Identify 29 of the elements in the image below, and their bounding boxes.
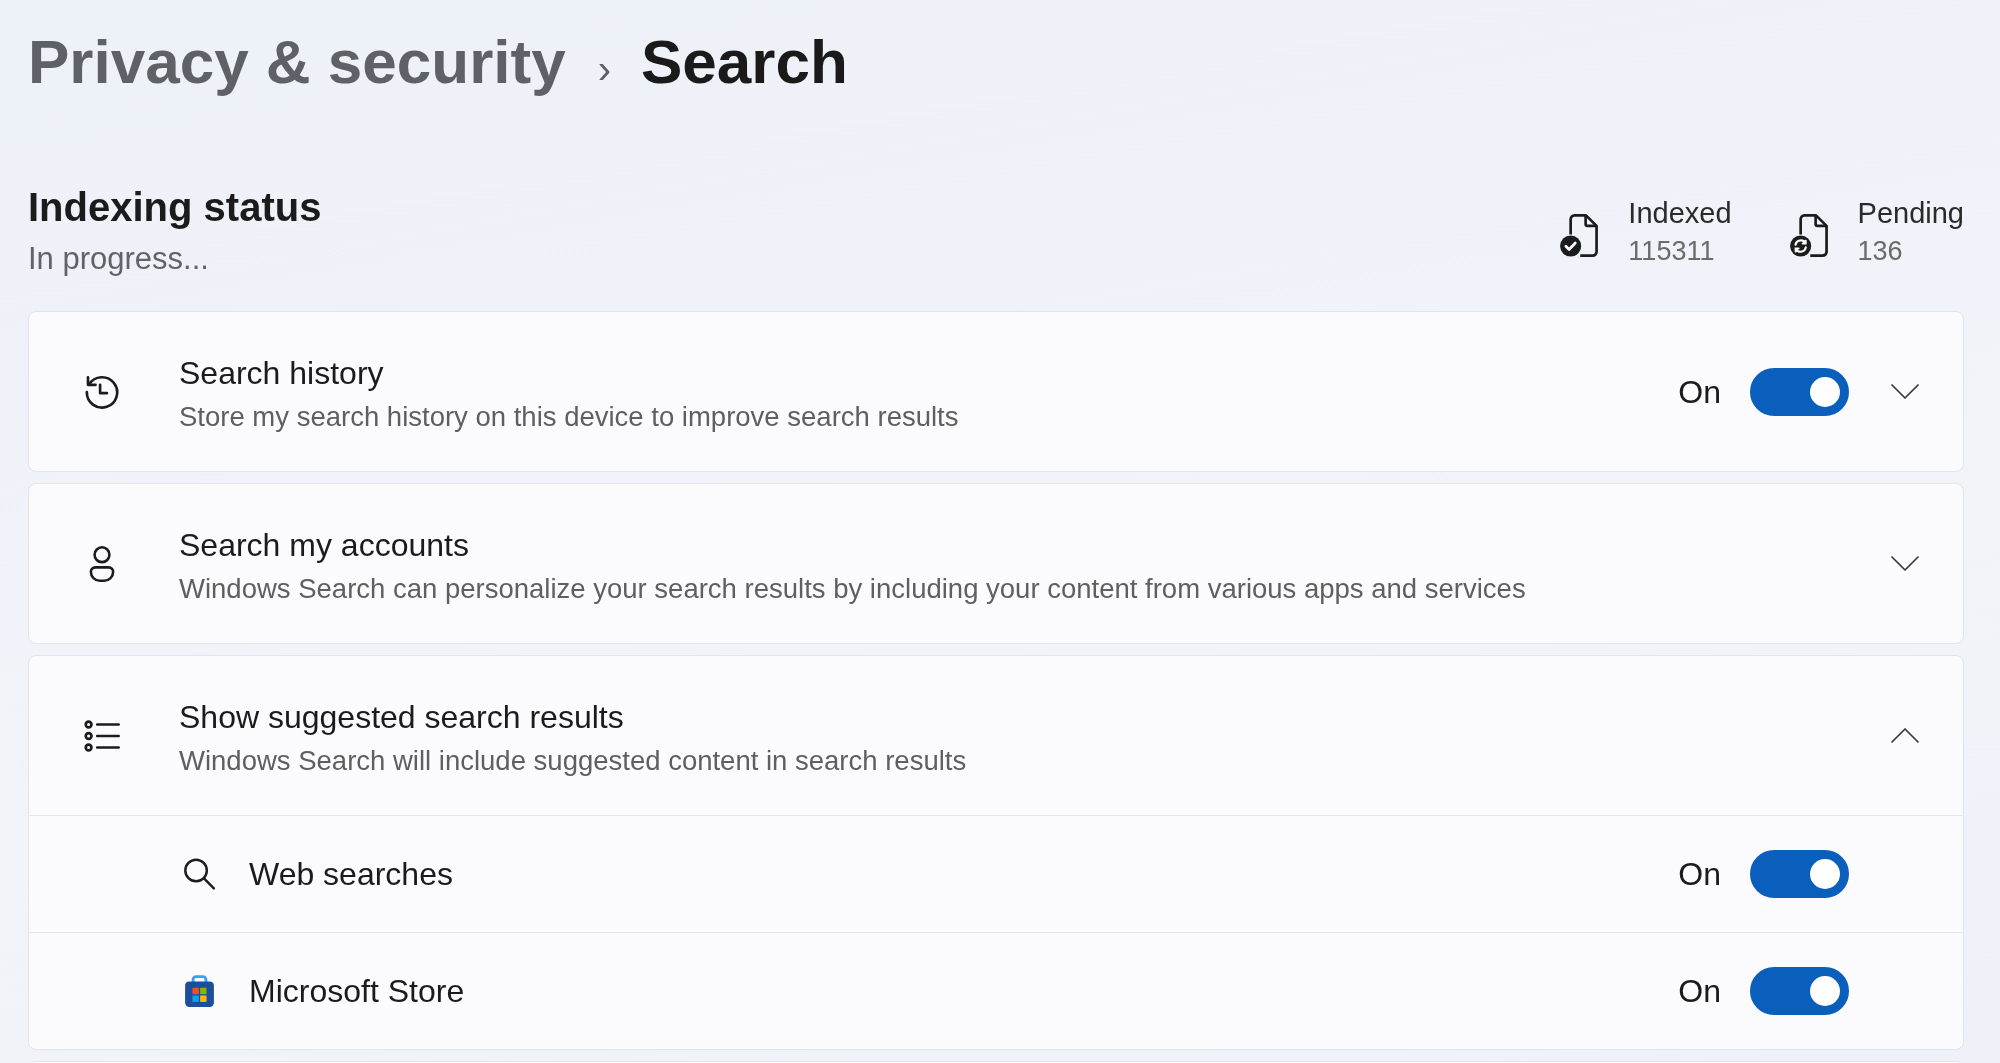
indexing-status-text: In progress... (28, 240, 210, 278)
toggle-state-label: On (1678, 972, 1721, 1011)
setting-title: Search my accounts (179, 525, 469, 565)
page-title: Search (641, 26, 848, 98)
stat-value: 136 (1857, 235, 1904, 268)
toggle-state-label: On (1678, 372, 1721, 412)
shopping-bag-icon (184, 975, 215, 1007)
stat-label: Indexed (1628, 196, 1732, 231)
stat-value: 115311 (1628, 235, 1716, 268)
setting-title: Show suggested search results (179, 697, 624, 737)
history-clock-icon (84, 373, 120, 410)
stat-label: Pending (1857, 196, 1964, 231)
bulleted-list-icon (84, 717, 120, 754)
document-sync-icon (1789, 213, 1828, 257)
setting-title: Web searches (249, 855, 453, 894)
search-icon (184, 858, 215, 890)
setting-description: Store my search history on this device to improve search results (179, 399, 959, 434)
toggle-state-label: On (1678, 855, 1721, 894)
setting-description: Windows Search can personalize your search results by including your content from various apps and services (179, 571, 1526, 606)
setting-description: Windows Search will include suggested content in search results (179, 743, 967, 778)
setting-title: Search history (179, 353, 384, 393)
setting-title: Microsoft Store (249, 972, 465, 1011)
document-check-icon (1560, 213, 1599, 257)
breadcrumb-link[interactable]: Privacy & security (28, 20, 566, 104)
toggle-switch[interactable] (1750, 367, 1849, 416)
section-title: Indexing status (28, 184, 322, 231)
toggle-switch[interactable] (1750, 850, 1849, 898)
toggle-switch[interactable] (1750, 967, 1849, 1015)
breadcrumb-separator: › (597, 46, 611, 93)
